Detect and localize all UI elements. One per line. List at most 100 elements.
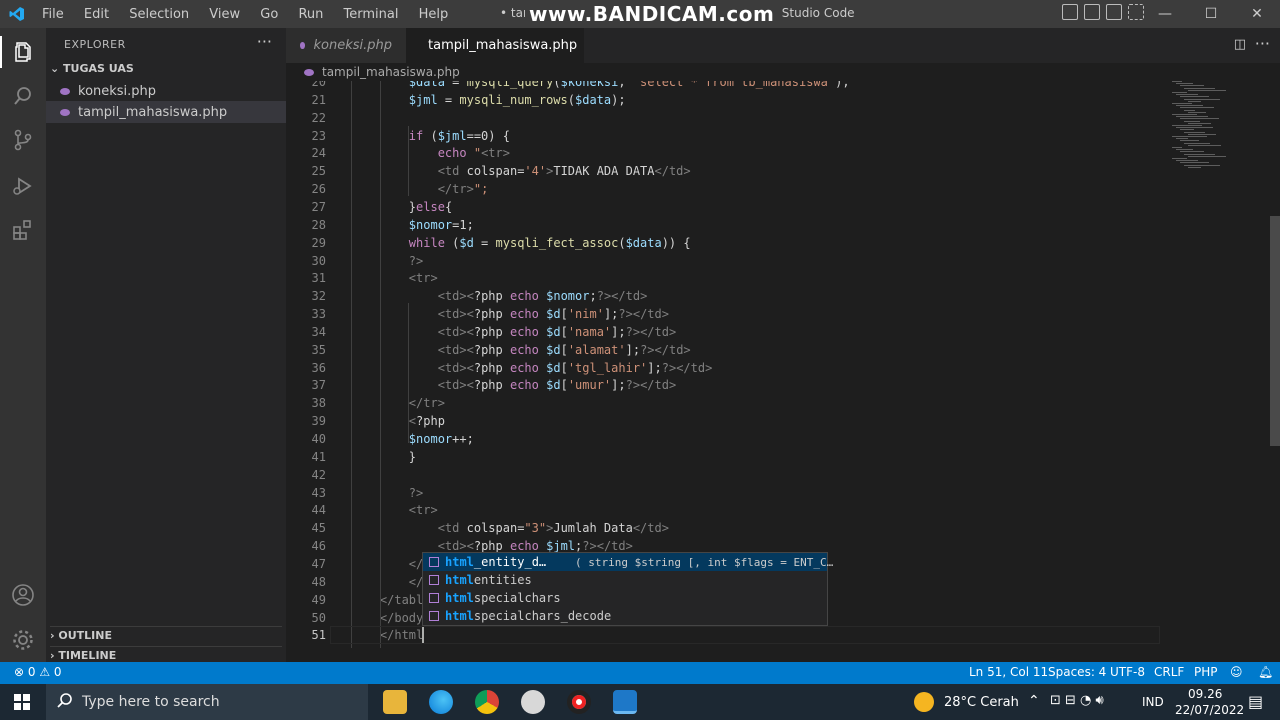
line-number: 39 [311,414,326,429]
code-text: <td><?php echo $d['nama'];?></td> [437,324,677,339]
code-line[interactable]: 45 <td colspan="3">Jumlah Data</td> [286,519,1166,537]
code-line[interactable]: 28 $nomor=1; [286,216,1166,234]
menu-run[interactable]: Run [298,7,323,22]
clock-time[interactable]: 09.26 [1188,687,1222,701]
code-line[interactable]: 40 $nomor++; [286,430,1166,448]
input-language[interactable]: IND [1142,695,1164,709]
code-line[interactable]: 35 <td><?php echo $d['alamat'];?></td> [286,341,1166,359]
code-line[interactable]: 41 } [286,448,1166,466]
code-line[interactable]: 39 <?php [286,412,1166,430]
php-file-icon [300,42,306,49]
minimize-button[interactable]: — [1142,6,1188,22]
tab-tampil-mahasiswa[interactable]: tampil_mahasiswa.php [406,28,584,63]
tray-chevron-icon[interactable]: ⌃ [1028,693,1040,709]
windows-start-icon[interactable] [14,694,30,714]
chrome-browser-icon[interactable] [475,690,499,714]
notifications-bell-icon[interactable]: 🔔︎ [1258,665,1273,679]
more-actions-icon[interactable]: ··· [1255,34,1270,53]
explorer-icon[interactable] [11,40,35,64]
workspace-folder[interactable]: ⌄ TUGAS UAS [50,62,134,75]
line-number: 35 [311,342,326,357]
code-line[interactable]: 27 }else{ [286,198,1166,216]
tray-icons[interactable]: ⊡ ⊟ ◔ 🔊︎ [1050,693,1104,708]
language-mode[interactable]: PHP [1194,665,1218,679]
weather-text[interactable]: 28°C Cerah [944,695,1019,710]
taskbar-search-box[interactable]: Type here to search [46,684,368,720]
code-line[interactable]: 33 <td><?php echo $d['nim'];?></td> [286,305,1166,323]
menu-view[interactable]: View [209,7,240,22]
file-item-koneksi[interactable]: koneksi.php [46,80,286,102]
run-debug-icon[interactable] [11,174,35,198]
code-line[interactable]: 26 </tr>"; [286,180,1166,198]
suggestion-item[interactable]: html entities [423,571,827,589]
close-button[interactable]: ✕ [1234,6,1280,22]
tab-label: koneksi.php [313,38,392,53]
line-number: 27 [311,199,326,214]
menu-help[interactable]: Help [419,7,449,22]
menu-selection[interactable]: Selection [129,7,189,22]
outline-section[interactable]: › OUTLINE [50,626,282,642]
suggestion-item[interactable]: html _entity_d… ( string $string [, int $f… [423,553,833,571]
code-line[interactable]: 43 ?> [286,484,1166,502]
search-icon[interactable] [11,84,35,108]
more-actions-icon[interactable]: ··· [257,32,272,51]
code-line[interactable]: 44 <tr> [286,501,1166,519]
code-line[interactable]: 31 <tr> [286,269,1166,287]
app-icon[interactable] [521,690,545,714]
code-line[interactable]: 29 while ($d = mysqli_fect_assoc($data))… [286,234,1166,252]
code-line[interactable]: 34 <td><?php echo $d['nama'];?></td> [286,323,1166,341]
maximize-button[interactable]: ☐ [1188,6,1234,22]
code-line[interactable]: 36 <td><?php echo $d['tgl_lahir'];?></td… [286,359,1166,377]
chevron-down-icon: ⌄ [50,62,64,75]
tab-koneksi[interactable]: koneksi.php [286,28,406,63]
code-text: <td><?php echo $d['nim'];?></td> [437,307,669,322]
feedback-icon[interactable]: ☺ [1230,665,1243,679]
code-line[interactable]: 32 <td><?php echo $nomor;?></td> [286,287,1166,305]
menu-file[interactable]: File [42,7,64,22]
encoding[interactable]: UTF-8 [1110,665,1145,679]
menu-go[interactable]: Go [260,7,278,22]
file-item-tampil-mahasiswa[interactable]: tampil_mahasiswa.php [46,101,286,123]
code-line[interactable]: 37 <td><?php echo $d['umur'];?></td> [286,376,1166,394]
minimap[interactable] [1168,81,1268,181]
minimap-line [1176,160,1198,162]
cursor-position[interactable]: Ln 51, Col 11 [969,665,1048,679]
vertical-scrollbar[interactable] [1270,216,1280,446]
breadcrumb-file[interactable]: tampil_mahasiswa.php [322,65,460,79]
notification-center-icon[interactable]: ▤ [1248,692,1263,711]
toggle-panel-icon[interactable] [1084,4,1100,20]
edge-browser-icon[interactable] [429,690,453,714]
source-control-icon[interactable] [11,128,35,152]
code-line[interactable]: 21 $jml = mysqli_num_rows($data); [286,91,1166,109]
toggle-secondary-sidebar-icon[interactable] [1106,4,1122,20]
menu-terminal[interactable]: Terminal [344,7,399,22]
indentation[interactable]: Spaces: 4 [1048,665,1106,679]
file-explorer-icon[interactable] [383,690,407,714]
suggestion-item[interactable]: html specialchars [423,589,827,607]
vscode-taskbar-icon[interactable] [613,690,637,714]
split-editor-icon[interactable]: ◫ [1234,37,1246,52]
extensions-icon[interactable] [11,218,35,242]
problems-indicator[interactable]: ⊗ 0 ⚠ 0 [14,665,62,679]
timeline-section[interactable]: › TIMELINE [50,646,282,662]
line-number: 40 [311,432,326,446]
code-line[interactable]: 20 $data = mysqli_query($koneksi, "selec… [286,81,1166,91]
code-line[interactable]: 24 echo "<tr> [286,144,1166,162]
clock-date[interactable]: 22/07/2022 [1175,703,1244,717]
suggestion-item[interactable]: html specialchars_decode [423,607,827,625]
line-number: 33 [311,307,326,322]
settings-gear-icon[interactable] [11,628,35,652]
code-line[interactable]: 25 <td colspan='4'>TIDAK ADA DATA</td> [286,162,1166,180]
bandicam-record-icon[interactable] [567,690,591,714]
code-line[interactable]: 30 ?> [286,252,1166,270]
line-number: 32 [311,289,326,304]
code-line[interactable]: 42 [286,466,1166,484]
code-line[interactable]: 23 if ($jml==0) { [286,127,1166,145]
account-icon[interactable] [11,583,35,607]
toggle-sidebar-icon[interactable] [1062,4,1078,20]
menu-edit[interactable]: Edit [84,7,109,22]
code-text: ?> [408,485,424,500]
code-line[interactable]: 38 </tr> [286,394,1166,412]
code-line[interactable]: 22 [286,109,1166,127]
line-ending[interactable]: CRLF [1154,665,1184,679]
